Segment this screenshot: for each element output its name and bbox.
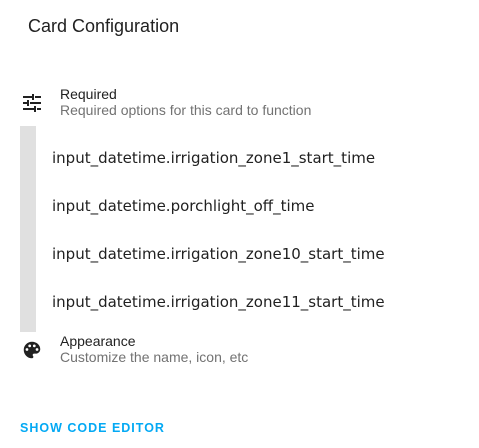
- entity-item[interactable]: input_datetime.irrigation_zone11_start_t…: [52, 293, 385, 311]
- entity-item[interactable]: input_datetime.porchlight_off_time: [52, 197, 315, 215]
- section-required-title: Required: [60, 86, 117, 102]
- section-required-subtitle: Required options for this card to functi…: [60, 102, 312, 118]
- entity-item[interactable]: input_datetime.irrigation_zone1_start_ti…: [52, 149, 375, 167]
- section-appearance-subtitle: Customize the name, icon, etc: [60, 349, 249, 365]
- show-code-editor-button[interactable]: SHOW CODE EDITOR: [20, 421, 165, 435]
- section-appearance-title: Appearance: [60, 333, 136, 349]
- entity-list-bar: [20, 126, 36, 332]
- palette-icon: [20, 338, 44, 362]
- tune-icon: [20, 91, 44, 115]
- section-required[interactable]: Required Required options for this card …: [20, 86, 311, 118]
- entity-item[interactable]: input_datetime.irrigation_zone10_start_t…: [52, 245, 385, 263]
- section-appearance[interactable]: Appearance Customize the name, icon, etc: [20, 333, 248, 365]
- page-title: Card Configuration: [28, 16, 180, 36]
- entity-list: input_datetime.irrigation_zone1_start_ti…: [20, 126, 460, 332]
